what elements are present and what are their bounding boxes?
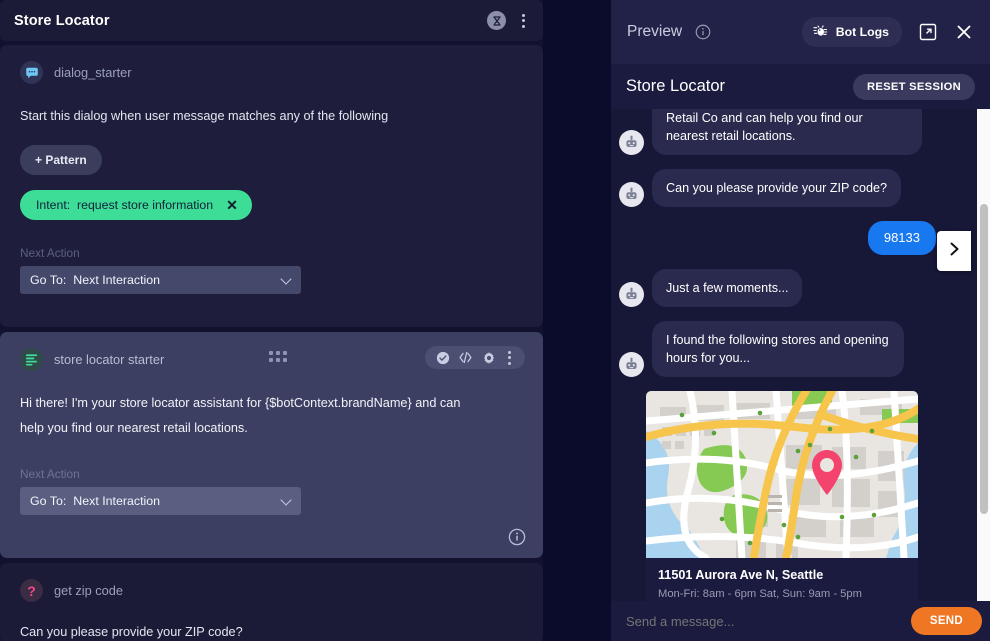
node-body-text: Hi there! I'm your store locator assista… (20, 396, 461, 435)
preview-title: Preview (627, 23, 683, 40)
message-bubble: 98133 (867, 221, 936, 255)
goto-value-label: Next Interaction (73, 494, 161, 508)
preview-panel: Preview Bot Logs Store Locator RESET SES… (611, 0, 990, 641)
node-toolbar (425, 346, 525, 369)
preview-topbar: Preview Bot Logs (611, 0, 990, 64)
message-row-user: 98133 (619, 221, 969, 255)
store-result-card[interactable]: 11501 Aurora Ave N, Seattle Mon-Fri: 8am… (646, 391, 918, 601)
editor-title: Store Locator (14, 12, 110, 29)
add-pattern-button[interactable]: + Pattern (20, 145, 102, 175)
goto-key-label: Go To: (30, 494, 67, 508)
message-bubble: Retail Co and can help you find our near… (652, 109, 922, 155)
expand-icon[interactable] (918, 22, 938, 42)
intent-chip-label: Intent: request store information (36, 198, 214, 212)
send-button[interactable]: SEND (910, 607, 982, 635)
info-circle-icon[interactable] (695, 24, 711, 40)
intent-chip[interactable]: Intent: request store information ✕ (20, 190, 252, 220)
dialog-editor-panel: Store Locator dialog_starter Start this … (0, 0, 543, 641)
goto-key-label: Go To: (30, 273, 67, 287)
kebab-menu-icon[interactable] (518, 12, 529, 30)
reset-session-button[interactable]: RESET SESSION (852, 73, 975, 100)
preview-bot-name: Store Locator (626, 77, 726, 95)
next-action-dropdown[interactable]: Go To: Next Interaction (20, 487, 301, 515)
next-action-label: Next Action (20, 246, 80, 260)
goto-value-label: Next Interaction (73, 273, 161, 287)
preview-bot-bar: Store Locator RESET SESSION (611, 64, 990, 109)
chat-scrollbar-track[interactable] (977, 109, 990, 601)
next-action-label: Next Action (20, 467, 80, 481)
message-bubble: Just a few moments... (652, 269, 803, 307)
chat-scroll-area[interactable]: Retail Co and can help you find our near… (611, 109, 977, 601)
store-map-image[interactable] (646, 391, 918, 558)
bot-avatar-icon (619, 282, 644, 307)
store-hours: Mon-Fri: 8am - 6pm Sat, Sun: 9am - 5pm (658, 588, 862, 600)
message-row-bot: I found the following stores and opening… (619, 321, 969, 377)
message-bubble: I found the following stores and opening… (652, 321, 904, 377)
message-row-bot: Just a few moments... (619, 269, 969, 307)
bot-avatar-icon (619, 182, 644, 207)
check-circle-icon[interactable] (435, 350, 450, 365)
chevron-down-icon (280, 273, 292, 285)
chat-bubble-icon (20, 61, 43, 84)
store-address: 11501 Aurora Ave N, Seattle (658, 568, 824, 582)
chevron-down-icon (280, 494, 292, 506)
node-header: dialog_starter (20, 61, 523, 84)
message-input[interactable] (626, 613, 911, 629)
editor-titlebar: Store Locator (0, 0, 543, 41)
message-bubble: Can you please provide your ZIP code? (652, 169, 901, 207)
bot-avatar-icon (619, 352, 644, 377)
gear-icon[interactable] (481, 350, 496, 365)
next-action-dropdown[interactable]: Go To: Next Interaction (20, 266, 301, 294)
node-name-label: dialog_starter (54, 65, 132, 80)
close-icon[interactable] (954, 22, 974, 42)
chat-transcript: Retail Co and can help you find our near… (611, 109, 990, 601)
message-input-bar: SEND (611, 601, 990, 641)
editor-title-actions (487, 11, 529, 30)
message-row-bot: Retail Co and can help you find our near… (619, 109, 969, 155)
node-body-text: Can you please provide your ZIP code? (20, 625, 243, 639)
question-mark-icon: ? (20, 579, 43, 602)
app-root: Store Locator dialog_starter Start this … (0, 0, 990, 641)
node-name-label: get zip code (54, 583, 124, 598)
info-circle-icon[interactable] (508, 528, 526, 546)
chat-scrollbar-thumb[interactable] (979, 204, 988, 514)
store-info: 11501 Aurora Ave N, Seattle Mon-Fri: 8am… (646, 558, 918, 601)
code-brackets-icon[interactable] (458, 350, 473, 365)
node-body-text: Start this dialog when user message matc… (20, 109, 389, 123)
bug-icon (813, 23, 828, 41)
bot-avatar-icon (619, 130, 644, 155)
node-card-dialog-starter[interactable]: dialog_starter Start this dialog when us… (0, 45, 543, 327)
close-icon[interactable]: ✕ (226, 198, 238, 212)
bot-logs-label: Bot Logs (835, 25, 889, 39)
node-card-store-locator-starter[interactable]: store locator starter Hi there! I'm your… (0, 332, 543, 558)
node-card-get-zip-code[interactable]: ? get zip code Can you please provide yo… (0, 563, 543, 641)
message-row-bot: Can you please provide your ZIP code? (619, 169, 969, 207)
node-name-label: store locator starter (54, 352, 165, 367)
node-header: ? get zip code (20, 579, 523, 602)
chevron-right-icon (946, 241, 962, 262)
drag-handle[interactable] (269, 351, 287, 362)
timer-circle-icon[interactable] (487, 11, 506, 30)
list-lines-icon (20, 348, 43, 371)
carousel-next-button[interactable] (937, 231, 971, 271)
kebab-menu-icon[interactable] (504, 349, 515, 367)
bot-logs-button[interactable]: Bot Logs (801, 17, 902, 47)
